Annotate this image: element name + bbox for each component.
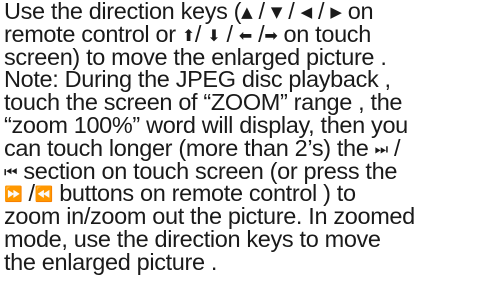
- next-track-icon: ⏭: [374, 139, 389, 158]
- line-3: screen) to move the enlarged picture .: [4, 43, 387, 70]
- line-2: remote control or ⬆/ ⬇ / ⬅ /➡ on touch: [4, 20, 372, 47]
- right-triangle-icon: ▶: [330, 3, 342, 21]
- line-7: can touch longer (more than 2’s) the ⏭ /: [4, 136, 474, 160]
- line-11: mode, use the direction keys to move: [4, 225, 381, 252]
- rewind-icon: ⏪: [34, 185, 54, 204]
- manual-text-block: Use the direction keys (▲ / ▼ / ◀ / ▶ on…: [4, 0, 474, 274]
- line-10: zoom in/zoom out the picture. In zoomed: [4, 203, 415, 230]
- down-arrow-icon: ⬇: [207, 25, 221, 45]
- line-4: Note: During the JPEG disc playback ,: [4, 66, 391, 93]
- line-9: ⏩ /⏪ buttons on remote control ) to: [4, 182, 474, 206]
- line-1: Use the direction keys (▲ / ▼ / ◀ / ▶ on: [4, 0, 374, 24]
- fast-forward-icon: ⏩: [4, 185, 23, 204]
- up-arrow-icon: ⬆: [181, 25, 195, 45]
- right-arrow-icon: ➡: [264, 25, 278, 45]
- line-8: ⏮ section on touch screen (or press the: [4, 159, 474, 183]
- line-6: “zoom 100%” word will display, then you: [4, 111, 408, 138]
- line-12: the enlarged picture .: [4, 248, 218, 275]
- left-triangle-icon: ◀: [300, 3, 313, 21]
- line-5: touch the screen of “ZOOM” range , the: [4, 89, 403, 116]
- text-l2b: on touch: [277, 20, 372, 47]
- text-l2a: remote control or: [4, 20, 182, 47]
- left-arrow-icon: ⬅: [238, 25, 252, 45]
- previous-track-icon: ⏮: [4, 162, 18, 181]
- down-triangle-icon: ▼: [270, 3, 283, 21]
- up-triangle-icon: ▲: [241, 3, 253, 21]
